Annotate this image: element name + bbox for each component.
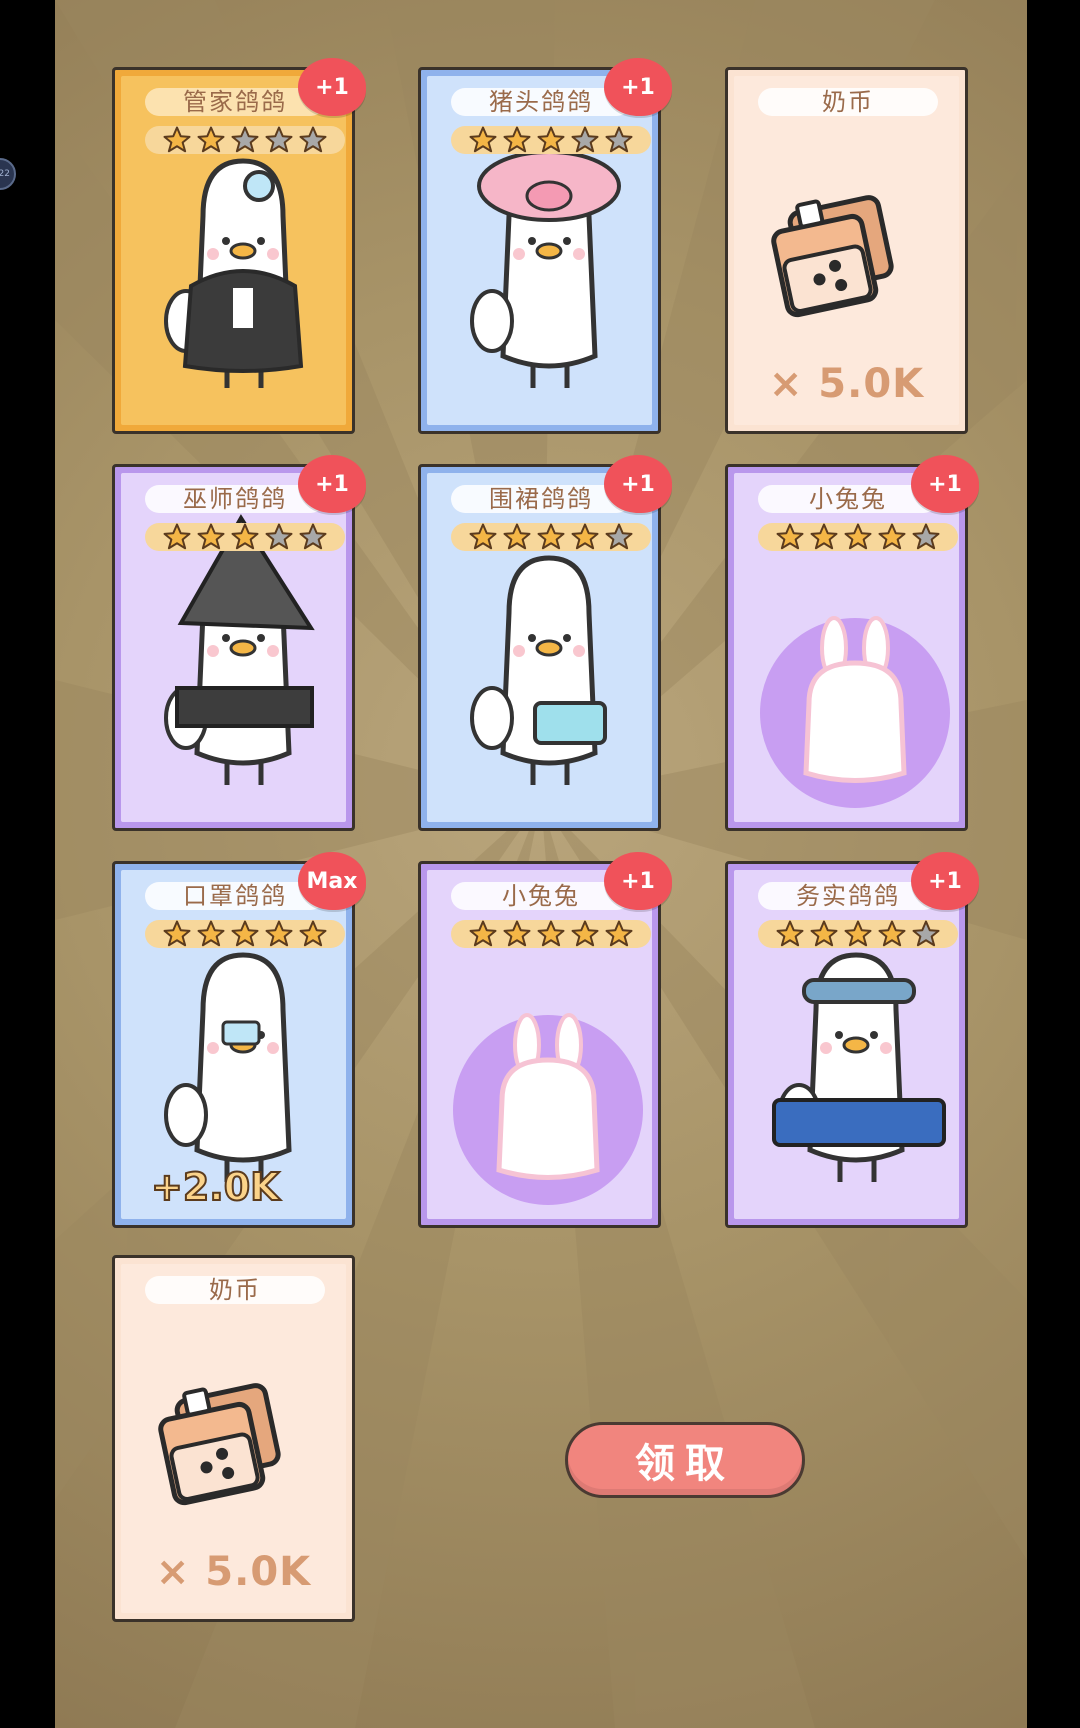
star-icon (197, 126, 225, 153)
puzzle-piece-icon: +1 (604, 455, 672, 513)
star-icon (299, 126, 327, 153)
star-rating (451, 920, 651, 948)
star-icon (163, 523, 191, 550)
card-name: 奶币 (758, 88, 938, 116)
card-face: 猪头鸽鸽 (427, 76, 652, 425)
card-face: 围裙鸽鸽 (427, 473, 652, 822)
max-badge: Max (298, 852, 366, 910)
puzzle-piece-icon: +1 (298, 58, 366, 116)
star-icon (231, 523, 259, 550)
puzzle-piece-icon: +1 (911, 852, 979, 910)
character-card[interactable]: 围裙鸽鸽 +1 (418, 455, 672, 831)
star-icon (605, 920, 633, 947)
coin-bonus: +2.0K (150, 1164, 281, 1210)
puzzle-piece-icon: +1 (604, 852, 672, 910)
card-face: 务实鸽鸽 (734, 870, 959, 1219)
coin-reward-card[interactable]: 奶币 × 5.0K (112, 1255, 355, 1622)
star-icon (810, 523, 838, 550)
star-icon (265, 126, 293, 153)
reward-screen: 管家鸽鸽 +1 猪头鸽鸽 +1 奶币 × 5.0K 巫师鸽鸽 +1 围裙鸽鸽 +… (55, 0, 1027, 1728)
star-icon (912, 523, 940, 550)
star-icon (469, 920, 497, 947)
character-card[interactable]: 管家鸽鸽 +1 (112, 58, 366, 434)
star-icon (265, 920, 293, 947)
card-face: 小兔兔 (734, 473, 959, 822)
claim-button[interactable]: 领取 (565, 1422, 805, 1498)
card-face: 小兔兔 (427, 870, 652, 1219)
card-face: 奶币 × 5.0K (121, 1264, 346, 1613)
character-card[interactable]: 小兔兔 +1 (418, 852, 672, 1228)
star-icon (299, 523, 327, 550)
star-icon (503, 126, 531, 153)
star-icon (844, 920, 872, 947)
star-icon (605, 523, 633, 550)
star-icon (912, 920, 940, 947)
star-icon (810, 920, 838, 947)
star-rating (451, 523, 651, 551)
star-rating (758, 523, 958, 551)
card-face: 口罩鸽鸽 +2.0K (121, 870, 346, 1219)
star-icon (571, 126, 599, 153)
star-icon (776, 523, 804, 550)
star-icon (571, 523, 599, 550)
star-icon (537, 126, 565, 153)
puzzle-piece-icon: +1 (911, 455, 979, 513)
coin-amount: × 5.0K (768, 361, 925, 407)
side-indicator[interactable]: 22 (0, 158, 16, 190)
card-face: 管家鸽鸽 (121, 76, 346, 425)
star-icon (503, 523, 531, 550)
star-icon (265, 523, 293, 550)
star-icon (776, 920, 804, 947)
star-icon (503, 920, 531, 947)
star-icon (163, 126, 191, 153)
star-icon (197, 523, 225, 550)
star-icon (844, 523, 872, 550)
coin-amount: × 5.0K (155, 1549, 312, 1595)
star-icon (299, 920, 327, 947)
character-card[interactable]: 猪头鸽鸽 +1 (418, 58, 672, 434)
star-rating (451, 126, 651, 154)
star-rating (758, 920, 958, 948)
character-card[interactable]: 务实鸽鸽 +1 (725, 852, 979, 1228)
star-icon (231, 920, 259, 947)
star-icon (571, 920, 599, 947)
star-icon (163, 920, 191, 947)
star-icon (605, 126, 633, 153)
card-face: 奶币 × 5.0K (734, 76, 959, 425)
star-rating (145, 126, 345, 154)
star-icon (878, 920, 906, 947)
star-rating (145, 920, 345, 948)
card-face: 巫师鸽鸽 (121, 473, 346, 822)
star-icon (537, 920, 565, 947)
character-card[interactable]: 口罩鸽鸽 +2.0K Max (112, 852, 366, 1228)
star-icon (197, 920, 225, 947)
card-name: 奶币 (145, 1276, 325, 1304)
star-icon (878, 523, 906, 550)
star-icon (231, 126, 259, 153)
star-icon (537, 523, 565, 550)
coin-reward-card[interactable]: 奶币 × 5.0K (725, 67, 968, 434)
puzzle-piece-icon: +1 (604, 58, 672, 116)
character-card[interactable]: 小兔兔 +1 (725, 455, 979, 831)
puzzle-piece-icon: +1 (298, 455, 366, 513)
star-rating (145, 523, 345, 551)
character-card[interactable]: 巫师鸽鸽 +1 (112, 455, 366, 831)
star-icon (469, 126, 497, 153)
star-icon (469, 523, 497, 550)
